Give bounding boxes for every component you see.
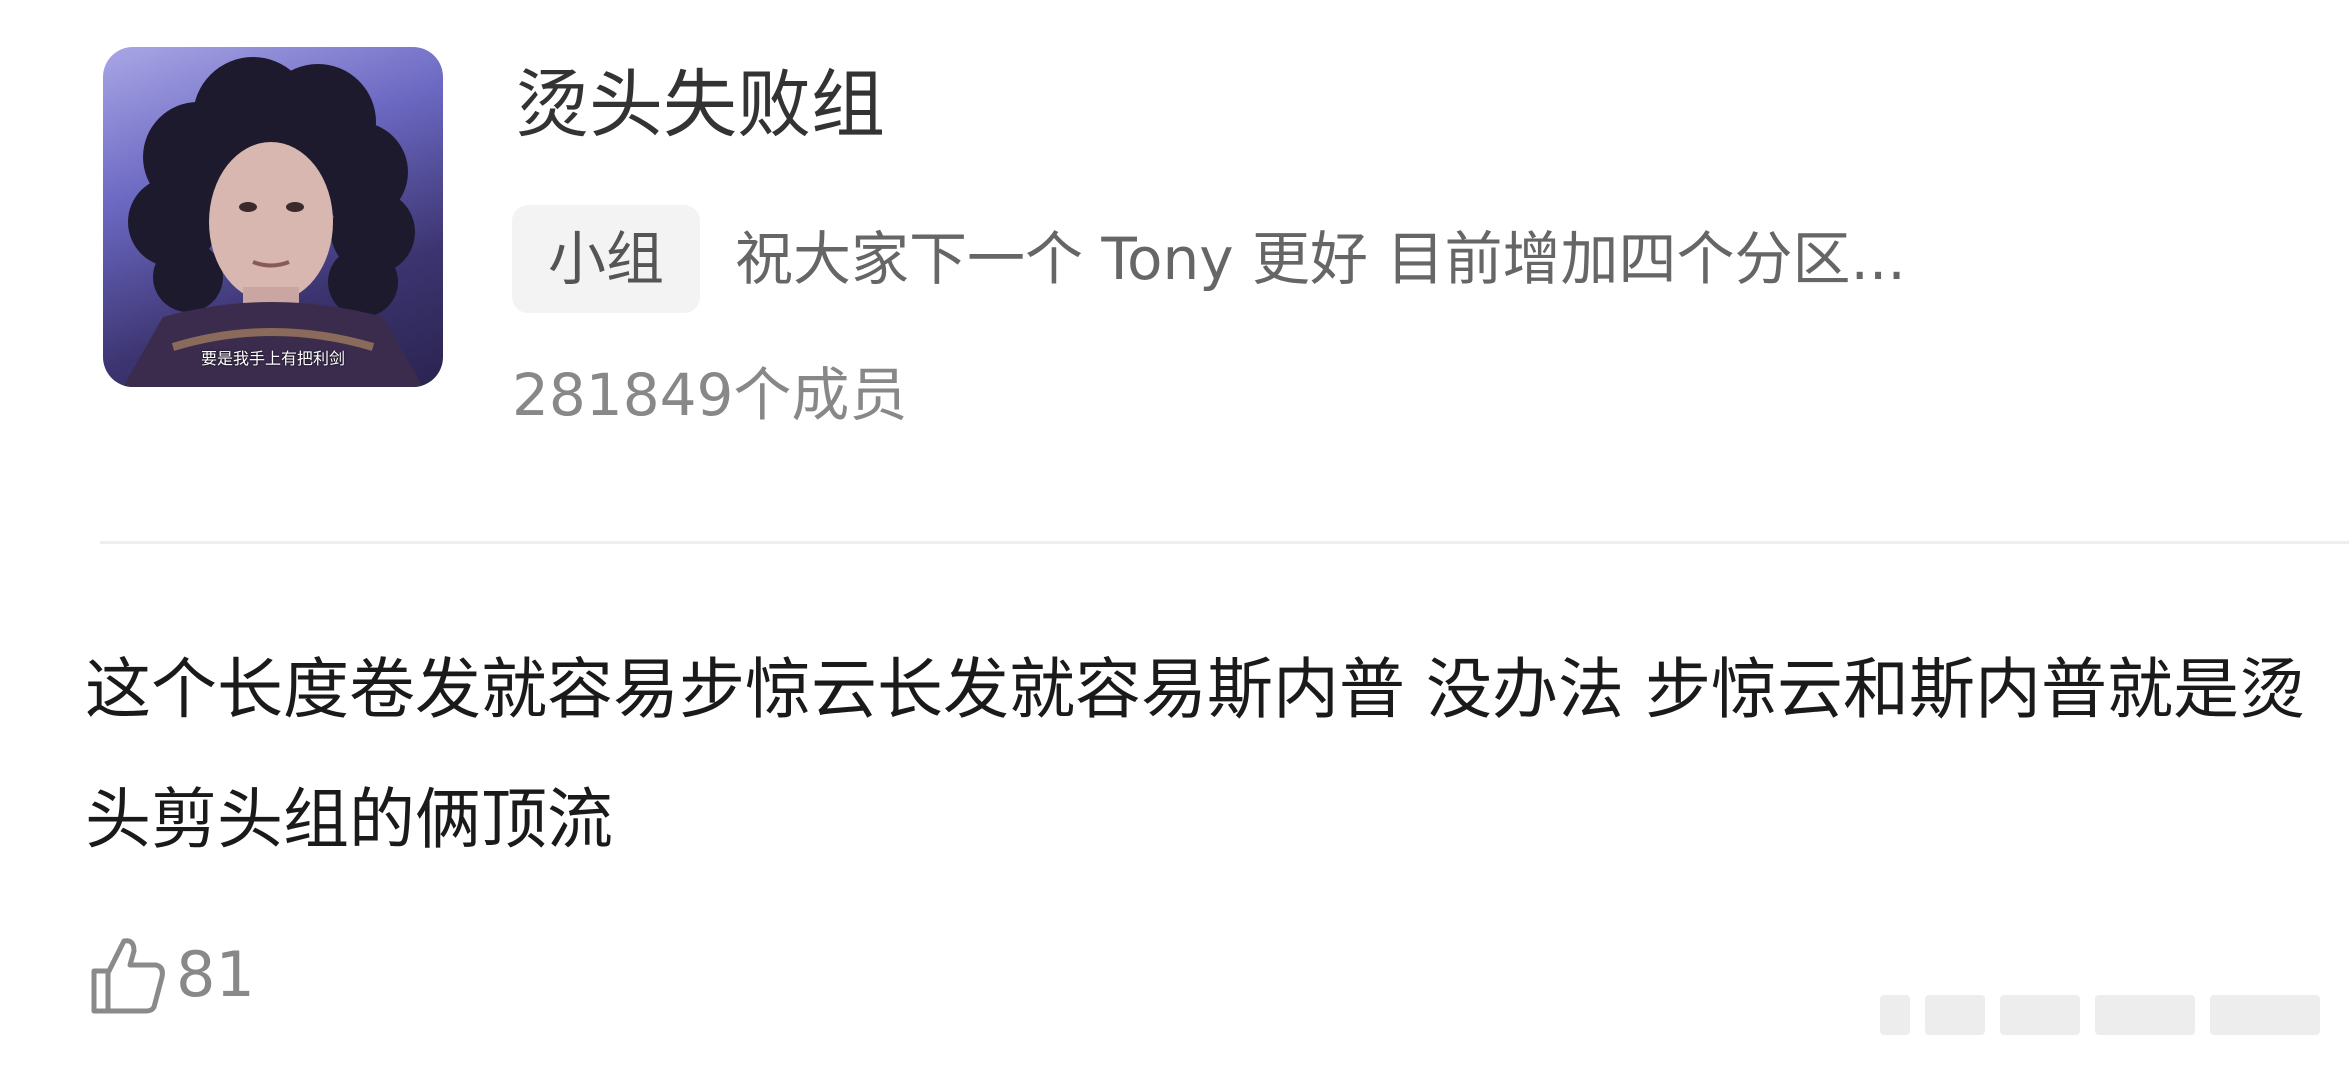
thumbs-up-icon xyxy=(91,938,165,1014)
group-description: 祝大家下一个 Tony 更好 目前增加四个分区... xyxy=(735,225,1906,293)
group-avatar[interactable]: 要是我手上有把利剑 xyxy=(103,47,443,387)
post-page: 要是我手上有把利剑 烫头失败组 小组 祝大家下一个 Tony 更好 目前增加四个… xyxy=(0,0,2349,1080)
group-card[interactable]: 要是我手上有把利剑 烫头失败组 小组 祝大家下一个 Tony 更好 目前增加四个… xyxy=(0,0,2349,540)
watermark-icon xyxy=(1880,995,2320,1035)
member-count: 281849个成员 xyxy=(512,361,908,429)
like-count: 81 xyxy=(176,938,255,1011)
post-text: 这个长度卷发就容易步惊云长发就容易斯内普 没办法 步惊云和斯内普就是烫头剪头组的… xyxy=(85,651,2305,858)
avatar-image xyxy=(123,57,423,387)
avatar-caption: 要是我手上有把利剑 xyxy=(200,349,345,368)
group-type-badge: 小组 xyxy=(512,205,700,313)
group-name[interactable]: 烫头失败组 xyxy=(515,55,885,155)
divider xyxy=(100,541,2349,544)
like-button[interactable]: 81 xyxy=(88,925,255,1025)
